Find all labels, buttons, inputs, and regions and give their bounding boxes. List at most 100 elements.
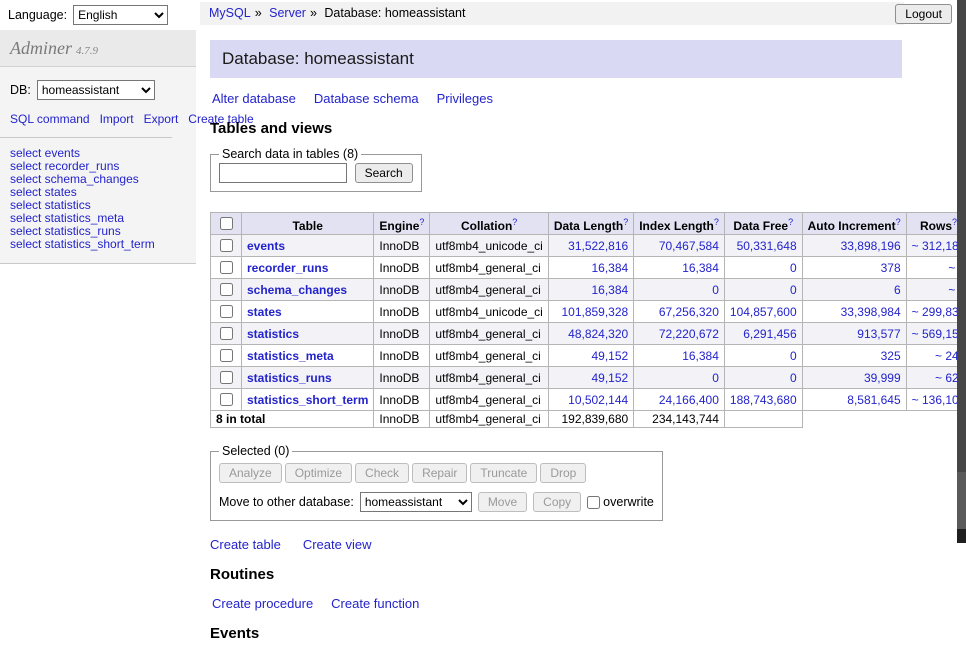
index-length-cell[interactable]: 16,384 <box>634 257 725 279</box>
index-length-cell[interactable]: 0 <box>634 279 725 301</box>
language-select[interactable]: English <box>73 5 168 25</box>
index-length-cell[interactable]: 16,384 <box>634 345 725 367</box>
overwrite-option[interactable]: overwrite <box>587 495 654 509</box>
table-name-link[interactable]: statistics <box>247 327 299 341</box>
database-nav-link[interactable]: Privileges <box>437 91 493 106</box>
column-help-link[interactable]: ? <box>896 217 901 227</box>
select-all-checkbox[interactable] <box>220 217 233 230</box>
index-length-cell[interactable]: 67,256,320 <box>634 301 725 323</box>
column-help-link[interactable]: ? <box>788 217 793 227</box>
auto-increment-cell[interactable]: 325 <box>802 345 906 367</box>
data-length-cell[interactable]: 49,152 <box>548 345 633 367</box>
search-input[interactable] <box>219 163 347 183</box>
row-checkbox[interactable] <box>220 327 233 340</box>
column-header-label: Engine <box>379 219 419 233</box>
routine-link[interactable]: Create function <box>331 596 419 611</box>
breadcrumb-link[interactable]: Database: homeassistant <box>324 6 465 20</box>
move-database-select[interactable]: homeassistant <box>360 492 472 512</box>
data-length-cell[interactable]: 31,522,816 <box>548 235 633 257</box>
column-help-link[interactable]: ? <box>512 217 517 227</box>
row-checkbox[interactable] <box>220 305 233 318</box>
sidebar-action-link[interactable]: Export <box>144 112 179 126</box>
logout-button[interactable]: Logout <box>895 4 952 24</box>
selected-action-button[interactable]: Optimize <box>285 463 352 483</box>
column-help-link[interactable]: ? <box>419 217 424 227</box>
row-checkbox[interactable] <box>220 371 233 384</box>
database-nav-link[interactable]: Database schema <box>314 91 419 106</box>
column-header: Collation? <box>430 213 548 235</box>
table-row: recorder_runs InnoDB utf8mb4_general_ci … <box>211 257 966 279</box>
data-free-cell[interactable]: 0 <box>724 367 802 389</box>
index-length-cell[interactable]: 24,166,400 <box>634 389 725 411</box>
data-free-cell[interactable]: 50,331,648 <box>724 235 802 257</box>
data-free-cell[interactable]: 6,291,456 <box>724 323 802 345</box>
data-length-cell[interactable]: 48,824,320 <box>548 323 633 345</box>
table-name-link[interactable]: statistics_meta <box>247 349 334 363</box>
search-button[interactable]: Search <box>355 163 413 183</box>
data-free-cell[interactable]: 104,857,600 <box>724 301 802 323</box>
engine-cell: InnoDB <box>374 235 430 257</box>
data-free-cell[interactable]: 0 <box>724 345 802 367</box>
data-length-cell[interactable]: 10,502,144 <box>548 389 633 411</box>
selected-action-button[interactable]: Truncate <box>470 463 537 483</box>
collation-cell: utf8mb4_general_ci <box>430 323 548 345</box>
overwrite-checkbox[interactable] <box>587 496 600 509</box>
row-checkbox[interactable] <box>220 393 233 406</box>
data-length-cell[interactable]: 16,384 <box>548 257 633 279</box>
database-nav-link[interactable]: Alter database <box>212 91 296 106</box>
copy-button[interactable]: Copy <box>533 492 581 512</box>
vertical-scrollbar[interactable] <box>957 0 966 543</box>
auto-increment-cell[interactable]: 378 <box>802 257 906 279</box>
table-name-link[interactable]: states <box>247 305 282 319</box>
sidebar-table-link[interactable]: select statistics_short_term <box>10 238 186 251</box>
adminer-logo-link[interactable]: Adminer <box>10 38 72 58</box>
auto-increment-cell[interactable]: 913,577 <box>802 323 906 345</box>
create-link[interactable]: Create view <box>303 537 372 552</box>
db-select[interactable]: homeassistant <box>37 80 155 100</box>
move-button[interactable]: Move <box>478 492 527 512</box>
auto-increment-cell[interactable]: 33,398,984 <box>802 301 906 323</box>
column-help-link[interactable]: ? <box>623 217 628 227</box>
data-length-cell[interactable]: 101,859,328 <box>548 301 633 323</box>
row-checkbox[interactable] <box>220 283 233 296</box>
index-length-cell[interactable]: 0 <box>634 367 725 389</box>
data-length-cell[interactable]: 16,384 <box>548 279 633 301</box>
row-checkbox[interactable] <box>220 239 233 252</box>
row-checkbox[interactable] <box>220 261 233 274</box>
data-free-cell[interactable]: 188,743,680 <box>724 389 802 411</box>
data-length-cell[interactable]: 49,152 <box>548 367 633 389</box>
selected-action-button[interactable]: Check <box>355 463 409 483</box>
data-free-cell[interactable]: 0 <box>724 257 802 279</box>
sidebar-action-link[interactable]: Import <box>100 112 134 126</box>
column-help-link[interactable]: ? <box>714 217 719 227</box>
auto-increment-cell[interactable]: 39,999 <box>802 367 906 389</box>
breadcrumb-link[interactable]: Server <box>269 6 306 20</box>
collation-cell: utf8mb4_general_ci <box>430 345 548 367</box>
table-name-link[interactable]: statistics_runs <box>247 371 332 385</box>
database-nav-links: Alter database Database schema Privileges <box>212 91 900 106</box>
scrollbar-thumb[interactable] <box>957 0 966 472</box>
table-name-link[interactable]: recorder_runs <box>247 261 328 275</box>
selected-action-button[interactable]: Analyze <box>219 463 282 483</box>
table-name-link[interactable]: events <box>247 239 285 253</box>
table-name-cell: recorder_runs <box>242 257 374 279</box>
index-length-cell[interactable]: 70,467,584 <box>634 235 725 257</box>
auto-increment-cell[interactable]: 33,898,196 <box>802 235 906 257</box>
table-name-link[interactable]: statistics_short_term <box>247 393 368 407</box>
routine-link[interactable]: Create procedure <box>212 596 313 611</box>
create-link[interactable]: Create table <box>210 537 281 552</box>
total-collation: utf8mb4_general_ci <box>430 411 548 428</box>
index-length-cell[interactable]: 72,220,672 <box>634 323 725 345</box>
auto-increment-cell[interactable]: 8,581,645 <box>802 389 906 411</box>
table-name-cell: statistics_runs <box>242 367 374 389</box>
column-header-label: Data Free <box>733 219 788 233</box>
table-name-link[interactable]: schema_changes <box>247 283 347 297</box>
selected-action-button[interactable]: Drop <box>540 463 586 483</box>
column-header: Data Free? <box>724 213 802 235</box>
row-checkbox[interactable] <box>220 349 233 362</box>
data-free-cell[interactable]: 0 <box>724 279 802 301</box>
sidebar-action-link[interactable]: SQL command <box>10 112 90 126</box>
selected-action-button[interactable]: Repair <box>412 463 467 483</box>
breadcrumb-link[interactable]: MySQL <box>209 6 251 20</box>
auto-increment-cell[interactable]: 6 <box>802 279 906 301</box>
